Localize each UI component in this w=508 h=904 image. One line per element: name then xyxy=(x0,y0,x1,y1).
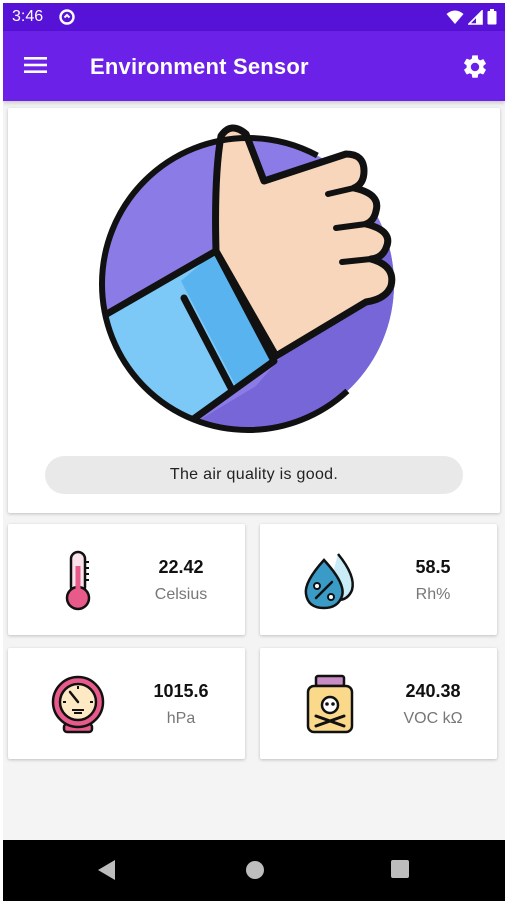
air-quality-status: The air quality is good. xyxy=(45,456,463,494)
thumbs-up-icon xyxy=(99,124,397,433)
menu-icon[interactable] xyxy=(23,55,49,80)
voc-unit: VOC kΩ xyxy=(403,710,463,727)
pressure-card[interactable]: 1015.6 hPa xyxy=(8,648,245,759)
humidity-unit: Rh% xyxy=(415,586,451,603)
status-time: 3:46 xyxy=(12,8,44,25)
app-bar: Environment Sensor xyxy=(3,31,505,101)
settings-gear-icon[interactable] xyxy=(461,53,489,86)
air-quality-card: The air quality is good. xyxy=(8,108,500,513)
voc-value: 240.38 xyxy=(405,681,461,701)
barometer-icon xyxy=(51,675,105,734)
app-screen: 3:46 Environment Sensor The air quality … xyxy=(3,3,505,901)
temperature-unit: Celsius xyxy=(154,586,208,603)
battery-icon xyxy=(487,9,497,25)
back-icon[interactable] xyxy=(97,859,117,886)
humidity-value: 58.5 xyxy=(415,557,451,577)
pressure-unit: hPa xyxy=(166,710,196,727)
status-bar: 3:46 xyxy=(3,3,505,31)
page-title: Environment Sensor xyxy=(90,54,309,79)
humidity-card[interactable]: 58.5 Rh% xyxy=(260,524,497,635)
water-drops-icon xyxy=(304,553,354,610)
poison-jar-icon xyxy=(306,674,354,734)
system-icons xyxy=(446,9,497,25)
recents-icon[interactable] xyxy=(390,859,410,884)
thermometer-icon xyxy=(65,550,91,611)
temperature-value: 22.42 xyxy=(158,557,204,577)
home-icon[interactable] xyxy=(244,859,266,886)
cell-signal-icon xyxy=(468,9,483,25)
wifi-icon xyxy=(446,10,464,24)
dnd-icon xyxy=(59,9,75,30)
temperature-card[interactable]: 22.42 Celsius xyxy=(8,524,245,635)
navigation-bar xyxy=(3,840,505,901)
voc-card[interactable]: 240.38 VOC kΩ xyxy=(260,648,497,759)
pressure-value: 1015.6 xyxy=(153,681,209,701)
